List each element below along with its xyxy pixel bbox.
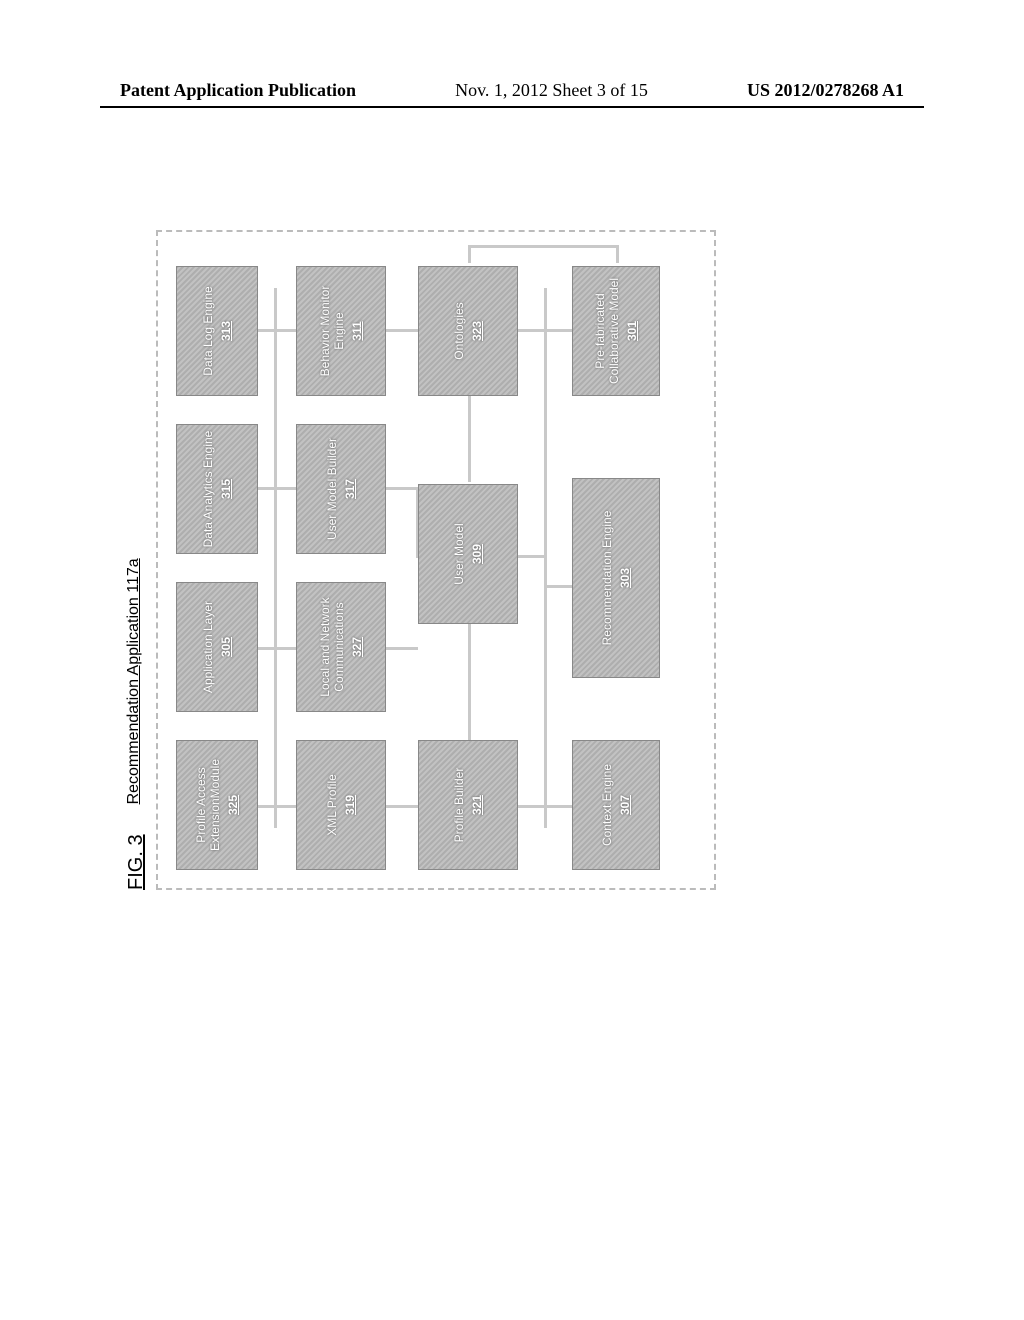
block-ref: 319 [343,795,357,815]
block-profile-builder: Profile Builder 321 [418,740,518,870]
connector [274,329,296,332]
connector [386,487,418,490]
block-data-log: Data Log Engine 313 [176,266,258,396]
connector [518,805,546,808]
connector [386,647,418,650]
block-ref: 315 [219,479,233,499]
block-recommendation-engine: Recommendation Engine 303 [572,478,660,678]
figure-label-row: FIG. 3 Recommendation Application 117a [125,210,148,890]
block-ref: 311 [350,321,364,340]
block-ref: 309 [470,544,484,564]
block-title: User Model Builder [325,438,339,540]
connector [386,805,418,808]
block-ref: 303 [618,568,632,588]
page: Patent Application Publication Nov. 1, 2… [0,0,1024,1320]
block-ref: 327 [350,637,364,657]
connector [468,382,471,482]
block-ref: 323 [470,321,484,341]
connector [274,647,296,650]
header-rule [100,106,924,108]
block-title: XML Profile [325,774,339,836]
block-title: Pre-fabricated Collaborative Model [593,267,621,395]
block-title: Local and Network Communications [318,583,346,711]
block-ref: 321 [470,795,484,815]
block-context-engine: Context Engine 307 [572,740,660,870]
block-title: Context Engine [600,764,614,846]
header-left: Patent Application Publication [120,80,356,101]
block-app-layer: Application Layer 305 [176,582,258,712]
block-title: Profile Builder [452,768,466,843]
header-center: Nov. 1, 2012 Sheet 3 of 15 [455,80,648,101]
connector [386,329,418,332]
block-title: User Model [452,523,466,584]
connector [544,805,572,808]
connector [274,487,296,490]
block-ref: 305 [219,637,233,657]
figure-label: FIG. 3 [125,834,148,890]
block-title: Profile Access ExtensionModule [194,741,222,869]
block-title: Behavior Monitor Engine [318,267,346,395]
block-ref: 307 [618,795,632,815]
recommendation-app-container: Profile Access ExtensionModule 325 Appli… [156,230,716,890]
block-title: Data Log Engine [201,286,215,375]
header-right: US 2012/0278268 A1 [747,80,904,101]
application-title: Recommendation Application 117a [125,558,143,804]
connector [274,288,277,828]
block-ref: 313 [219,321,233,341]
block-ref: 325 [226,795,240,815]
connector [518,329,546,332]
connector [468,623,471,743]
connector [274,805,296,808]
block-user-model: User Model 309 [418,484,518,624]
page-header: Patent Application Publication Nov. 1, 2… [0,80,1024,101]
block-ref: 317 [343,479,357,499]
block-title: Application Layer [201,601,215,693]
block-behavior-monitor: Behavior Monitor Engine 311 [296,266,386,396]
block-title: Ontologies [452,302,466,359]
block-ref: 301 [625,321,639,341]
figure-area: FIG. 3 Recommendation Application 117a [125,210,785,890]
connector [616,245,619,263]
block-title: Recommendation Engine [600,511,614,646]
block-local-network: Local and Network Communications 327 [296,582,386,712]
connector [468,245,618,248]
block-data-analytics: Data Analytics Engine 315 [176,424,258,554]
block-profile-access: Profile Access ExtensionModule 325 [176,740,258,870]
block-ontologies: Ontologies 323 [418,266,518,396]
block-user-model-builder: User Model Builder 317 [296,424,386,554]
block-xml-profile: XML Profile 319 [296,740,386,870]
connector [544,585,572,588]
connector [544,329,572,332]
block-title: Data Analytics Engine [201,431,215,548]
connector [518,555,546,558]
connector [544,288,547,828]
block-prefab-model: Pre-fabricated Collaborative Model 301 [572,266,660,396]
